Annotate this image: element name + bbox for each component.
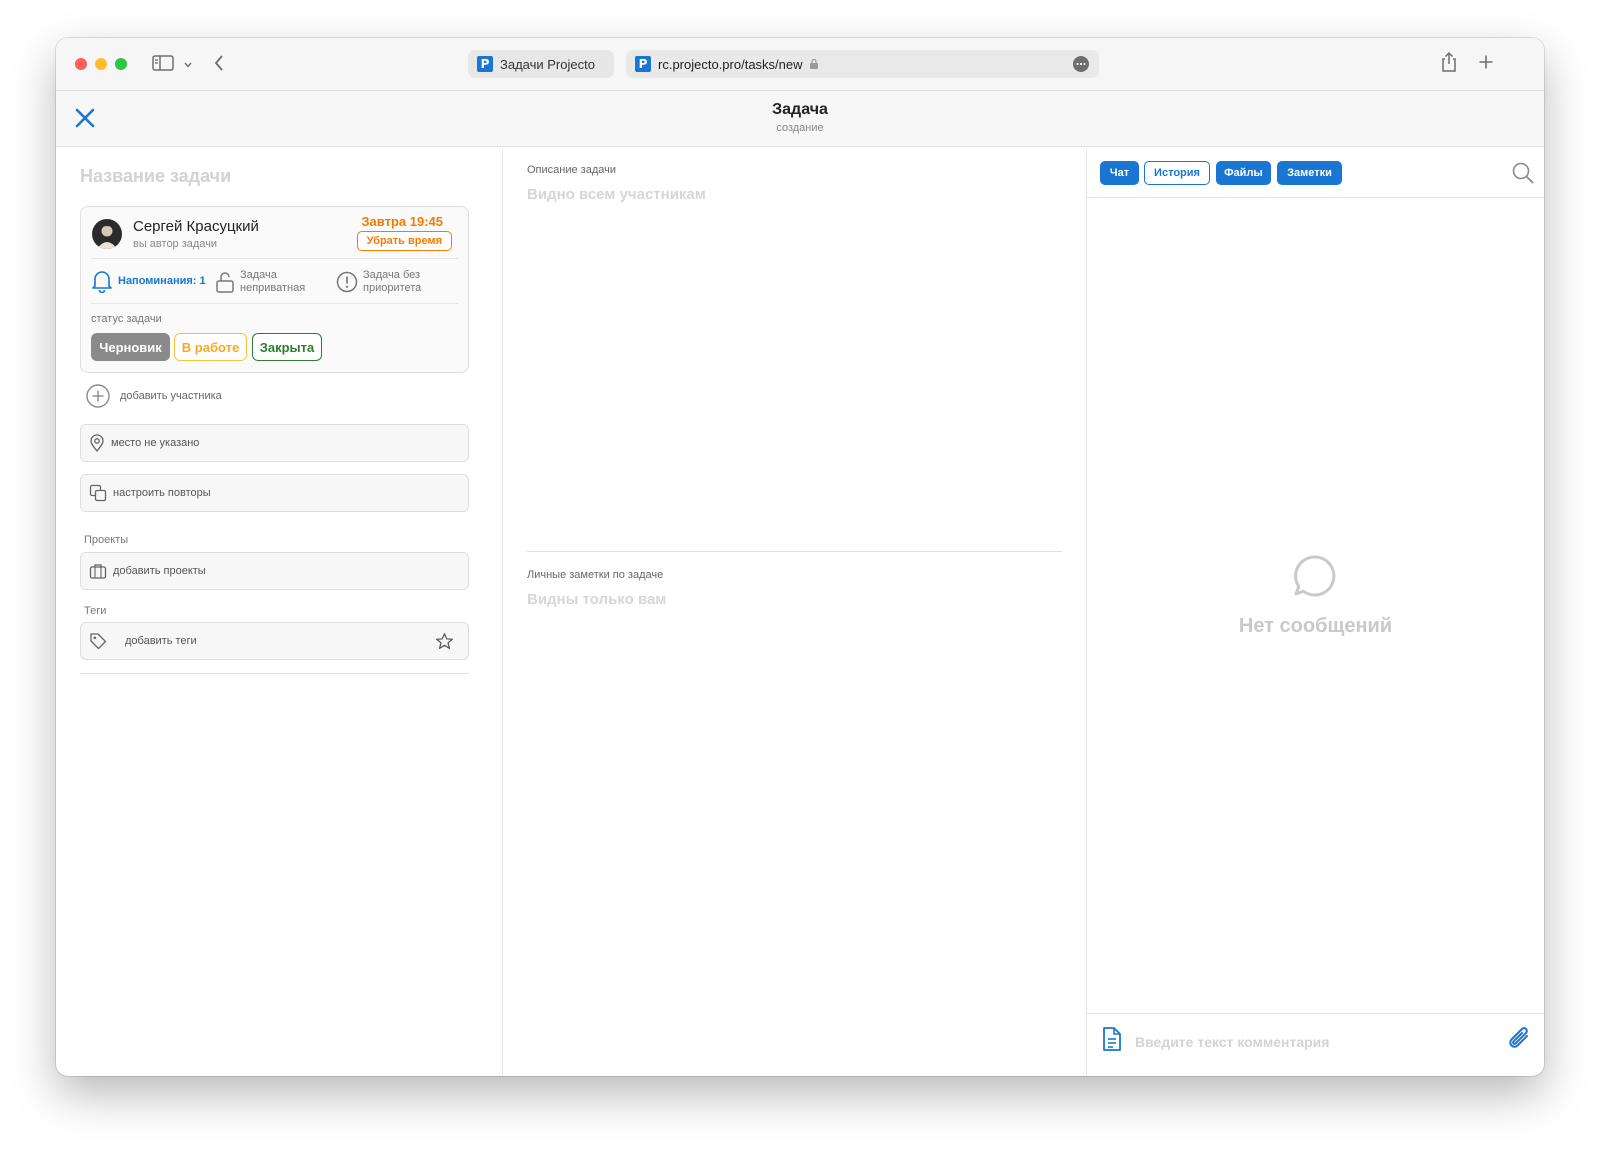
status-label: статус задачи bbox=[91, 313, 162, 325]
place-field[interactable]: место не указано bbox=[80, 424, 469, 462]
sidebar-toggle-icon[interactable] bbox=[152, 54, 174, 77]
add-participant-label: добавить участника bbox=[120, 390, 222, 402]
page-title: Задача bbox=[772, 101, 828, 118]
tag-icon bbox=[89, 632, 113, 650]
address-bar[interactable]: P rc.projecto.pro/tasks/new bbox=[626, 50, 1099, 78]
reminders-label: Напоминания: 1 bbox=[118, 275, 206, 287]
address-text: rc.projecto.pro/tasks/new bbox=[658, 56, 803, 72]
search-icon[interactable] bbox=[1512, 162, 1534, 184]
author-name: Сергей Красуцкий bbox=[133, 218, 259, 235]
reminders-option[interactable]: Напоминания: 1 bbox=[91, 269, 206, 293]
status-draft-button[interactable]: Черновик bbox=[91, 333, 170, 361]
lock-icon bbox=[809, 58, 819, 70]
projecto-favicon-icon: P bbox=[635, 56, 651, 72]
document-icon[interactable] bbox=[1101, 1026, 1123, 1052]
app-header: Задача создание bbox=[56, 91, 1544, 147]
bell-icon bbox=[91, 269, 113, 293]
privacy-line1: Задача bbox=[240, 269, 277, 281]
tags-label: Теги bbox=[84, 605, 107, 617]
add-participant-button[interactable]: добавить участника bbox=[86, 384, 222, 408]
task-details-column: Название задачи Сергей Красуцкий вы авто… bbox=[56, 148, 503, 1076]
projects-add-label: добавить проекты bbox=[113, 565, 206, 577]
divider bbox=[1087, 197, 1544, 198]
unlock-icon bbox=[215, 270, 235, 294]
browser-tab[interactable]: P Задачи Projecto bbox=[468, 50, 614, 78]
close-window-button[interactable] bbox=[75, 58, 87, 70]
repeats-label: настроить повторы bbox=[113, 487, 211, 499]
divider bbox=[91, 258, 458, 259]
priority-line1: Задача без bbox=[363, 269, 421, 281]
minimize-window-button[interactable] bbox=[95, 58, 107, 70]
chevron-down-icon[interactable] bbox=[183, 57, 193, 75]
notes-label: Личные заметки по задаче bbox=[527, 569, 664, 581]
projecto-favicon-icon: P bbox=[477, 56, 493, 72]
divider bbox=[80, 673, 469, 674]
comment-input[interactable] bbox=[1135, 1034, 1475, 1050]
status-in-progress-button[interactable]: В работе bbox=[174, 333, 247, 361]
page-subtitle: создание bbox=[776, 122, 824, 134]
tab-chat[interactable]: Чат bbox=[1100, 161, 1139, 185]
priority-line2: приоритета bbox=[363, 282, 422, 294]
place-label: место не указано bbox=[111, 437, 200, 449]
divider bbox=[527, 551, 1062, 552]
projects-label: Проекты bbox=[84, 534, 129, 546]
star-icon[interactable] bbox=[435, 632, 460, 651]
new-tab-icon[interactable] bbox=[1478, 54, 1494, 75]
zoom-window-button[interactable] bbox=[115, 58, 127, 70]
tags-field[interactable]: добавить теги bbox=[80, 622, 469, 660]
chat-bubble-icon bbox=[1292, 553, 1338, 599]
priority-icon bbox=[336, 271, 358, 293]
description-label: Описание задачи bbox=[527, 164, 616, 176]
description-input[interactable]: Видно всем участникам bbox=[527, 186, 706, 203]
remove-time-button[interactable]: Убрать время bbox=[356, 231, 452, 251]
due-date[interactable]: Завтра 19:45 bbox=[361, 214, 443, 229]
paperclip-icon[interactable] bbox=[1506, 1024, 1532, 1054]
tags-add-label: добавить теги bbox=[125, 635, 197, 647]
comment-bar bbox=[1087, 1013, 1544, 1076]
task-name-input[interactable]: Название задачи bbox=[80, 166, 231, 187]
more-options-icon[interactable] bbox=[1073, 56, 1089, 72]
privacy-option[interactable]: Задача неприватная bbox=[215, 269, 305, 295]
task-meta-card: Сергей Красуцкий вы автор задачи Завтра … bbox=[80, 206, 469, 373]
briefcase-icon bbox=[89, 563, 113, 579]
description-column: Описание задачи Видно всем участникам Ли… bbox=[503, 148, 1087, 1076]
avatar bbox=[92, 219, 122, 249]
back-icon[interactable] bbox=[213, 54, 225, 77]
tab-title: Задачи Projecto bbox=[500, 56, 595, 72]
browser-toolbar: P Задачи Projecto P rc.projecto.pro/task… bbox=[56, 38, 1544, 91]
chat-column: Чат История Файлы Заметки Нет сообщений bbox=[1087, 148, 1544, 1076]
priority-option[interactable]: Задача без приоритета bbox=[336, 269, 421, 295]
notes-input[interactable]: Видны только вам bbox=[527, 591, 666, 608]
privacy-line2: неприватная bbox=[240, 282, 306, 294]
author-role: вы автор задачи bbox=[133, 238, 218, 250]
tab-files[interactable]: Файлы bbox=[1216, 161, 1271, 185]
status-closed-button[interactable]: Закрыта bbox=[252, 333, 322, 361]
empty-state-text: Нет сообщений bbox=[1238, 615, 1393, 637]
projects-field[interactable]: добавить проекты bbox=[80, 552, 469, 590]
browser-window: P Задачи Projecto P rc.projecto.pro/task… bbox=[56, 38, 1544, 1076]
tab-history[interactable]: История bbox=[1144, 161, 1210, 185]
tab-notes[interactable]: Заметки bbox=[1277, 161, 1342, 185]
repeat-icon bbox=[89, 484, 113, 502]
location-pin-icon bbox=[89, 434, 111, 452]
repeats-field[interactable]: настроить повторы bbox=[80, 474, 469, 512]
divider bbox=[91, 303, 458, 304]
plus-circle-icon bbox=[86, 384, 110, 408]
share-icon[interactable] bbox=[1440, 51, 1458, 78]
